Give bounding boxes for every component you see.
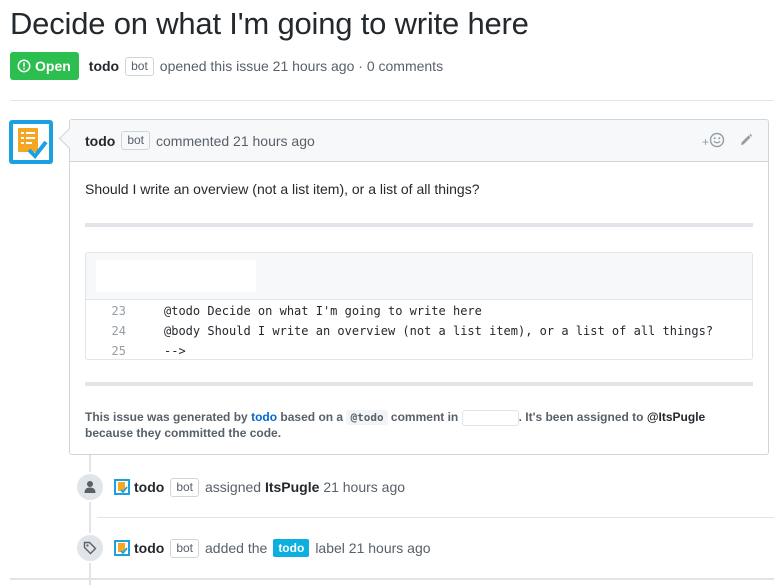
comment-body-text: Should I write an overview (not a list i… <box>85 181 480 197</box>
event-divider <box>97 517 774 518</box>
issue-title: Decide on what I'm going to write here <box>10 6 529 41</box>
redacted-commit-link[interactable] <box>461 410 519 426</box>
line-number[interactable]: 24 <box>86 324 126 338</box>
todo-bot-mini-avatar[interactable] <box>114 540 130 556</box>
event-suffix: label <box>315 540 345 556</box>
event-action: assigned <box>205 479 262 495</box>
todo-keyword-code: @todo <box>346 410 388 426</box>
plus-label: + <box>701 134 709 149</box>
generated-notice: This issue was generated by todo based o… <box>85 410 745 441</box>
bot-badge: bot <box>170 477 200 497</box>
tag-icon <box>75 533 105 563</box>
comment-action-text: commented 21 hours ago <box>156 132 315 149</box>
smiley-icon <box>709 132 725 151</box>
timeline-event-assigned: todo bot assigned ItsPugle 21 hours ago <box>75 472 405 502</box>
timeline-event-labeled: todo bot added the todo label 21 hours a… <box>75 533 431 563</box>
code-snippet: 23 @todo Decide on what I'm going to wri… <box>85 252 753 360</box>
issue-author-link[interactable]: todo <box>89 58 119 74</box>
event-action: added the <box>205 540 268 556</box>
comment-rule-bottom <box>85 382 753 386</box>
bot-badge: bot <box>121 131 151 150</box>
code-snippet-header <box>86 253 752 300</box>
issue-state-label: Open <box>35 58 71 74</box>
comment-actions: + <box>702 132 753 151</box>
bot-badge: bot <box>170 538 200 558</box>
issue-opened-text: opened this issue 21 hours ago · 0 comme… <box>159 58 444 74</box>
notice-text: This issue was generated by <box>85 410 248 425</box>
comment-author-link[interactable]: todo <box>85 133 115 149</box>
issue-meta: Open todo bot opened this issue 21 hours… <box>10 52 443 80</box>
line-number[interactable]: 23 <box>86 304 126 318</box>
code-line: 23 @todo Decide on what I'm going to wri… <box>86 301 752 321</box>
header-divider <box>10 100 774 101</box>
bot-badge: bot <box>125 56 154 76</box>
event-time[interactable]: 21 hours ago <box>323 479 405 495</box>
notice-text: comment in <box>390 410 459 425</box>
notice-text: because they committed the code. <box>85 426 282 440</box>
notice-text: . It's been assigned to <box>518 410 644 425</box>
assignee-link[interactable]: ItsPugle <box>265 479 319 495</box>
line-number[interactable]: 25 <box>86 344 126 358</box>
todo-bot-mini-avatar[interactable] <box>114 479 130 495</box>
line-content: --> <box>164 344 186 358</box>
line-content: @todo Decide on what I'm going to write … <box>164 304 482 318</box>
line-content: @body Should I write an overview (not a … <box>164 324 714 338</box>
todo-app-link[interactable]: todo <box>251 410 277 424</box>
timeline-bottom-divider <box>10 578 774 580</box>
add-reaction-button[interactable]: + <box>702 132 725 151</box>
person-icon <box>75 472 105 502</box>
edit-pencil-icon[interactable] <box>739 133 753 150</box>
code-lines: 23 @todo Decide on what I'm going to wri… <box>86 300 752 359</box>
event-author-link[interactable]: todo <box>134 540 164 556</box>
todo-bot-avatar[interactable] <box>9 120 53 164</box>
issue-state-badge: Open <box>10 52 79 80</box>
assignee-mention-link[interactable]: @ItsPugle <box>647 410 705 424</box>
redacted-file-link[interactable] <box>96 260 256 292</box>
todo-label-chip[interactable]: todo <box>273 539 310 557</box>
notice-text: based on a <box>280 410 344 425</box>
event-author-link[interactable]: todo <box>134 479 164 495</box>
issue-opened-icon <box>17 59 31 73</box>
comment-card: todo bot commented 21 hours ago + Should… <box>69 119 769 455</box>
event-time[interactable]: 21 hours ago <box>349 540 431 556</box>
code-line: 24 @body Should I write an overview (not… <box>86 321 752 341</box>
comment-rule-top <box>85 223 753 227</box>
comment-header: todo bot commented 21 hours ago + <box>70 120 768 162</box>
code-line: 25 --> <box>86 341 752 359</box>
